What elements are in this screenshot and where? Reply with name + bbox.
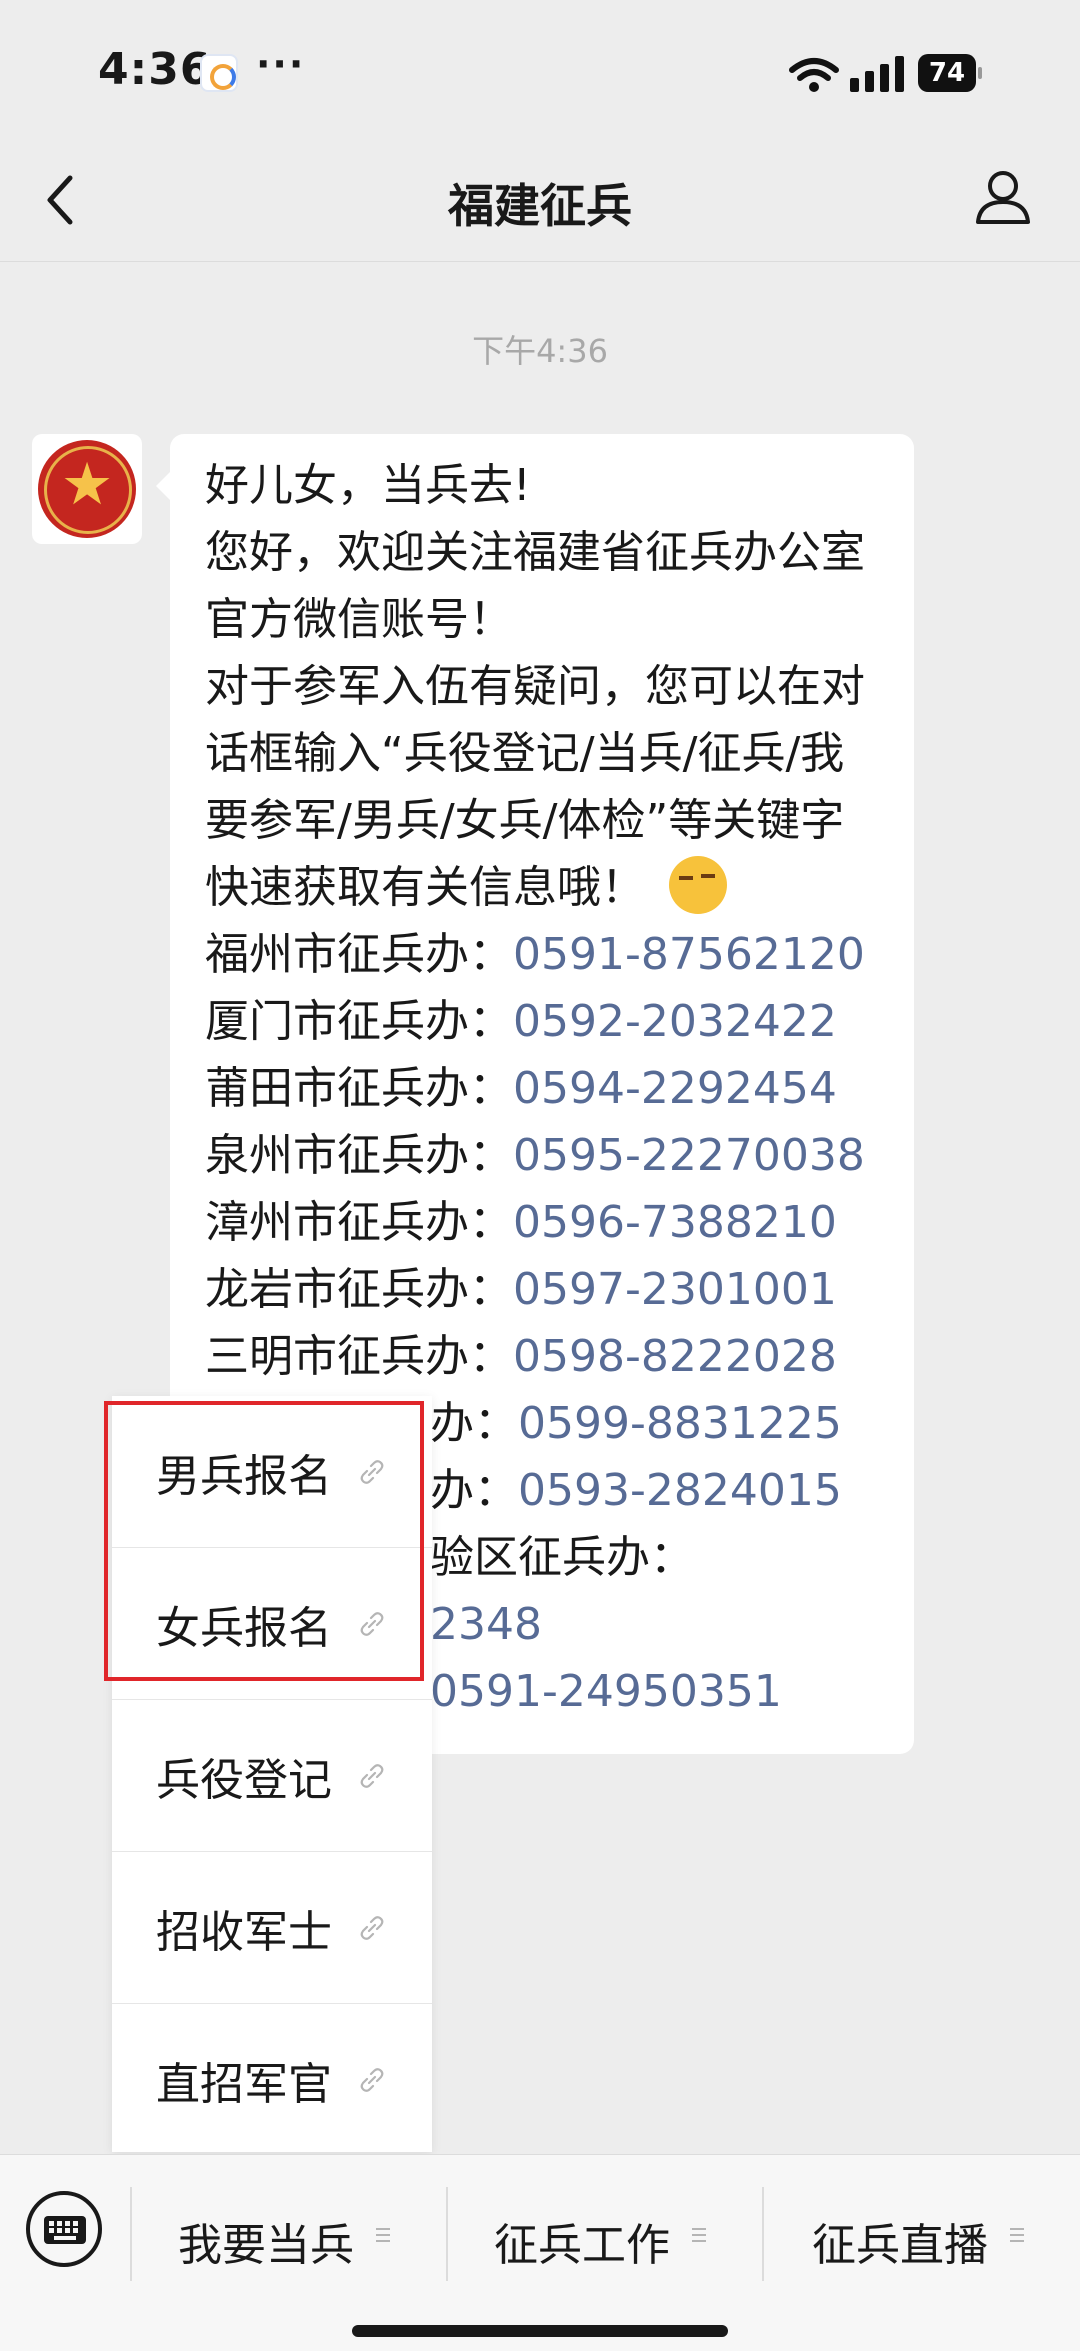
phone-link[interactable]: 0592-2032422 [513, 996, 837, 1047]
phone-link[interactable]: 0591-24950351 [430, 1658, 782, 1725]
status-more-indicator: ··· [256, 42, 306, 86]
army-emblem-logo: ★ [38, 440, 136, 538]
message-timestamp: 下午4:36 [472, 332, 608, 370]
menu-item-officer-recruit[interactable]: 直招军官 [112, 2004, 432, 2156]
bottom-menu-bar: 我要当兵 征兵工作 征兵直播 [0, 2154, 1080, 2351]
battery-icon: 74 [918, 54, 982, 92]
message-line: 对于参军入伍有疑问，您可以在对 [205, 661, 865, 712]
office-row: 办：0599-8831225 [430, 1390, 842, 1457]
office-label: 泉州市征兵办： [205, 1130, 513, 1181]
person-icon[interactable] [972, 166, 1034, 228]
message-line: 好儿女，当兵去! [205, 460, 531, 511]
office-label: 福州市征兵办： [205, 929, 513, 980]
message-line: 要参军/男兵/女兵/体检”等关键字 [205, 795, 845, 846]
phone-link[interactable]: 0591-87562120 [513, 929, 865, 980]
phone-link[interactable]: 0597-2301001 [513, 1264, 837, 1315]
message-line: 您好，欢迎关注福建省征兵办公室 [205, 527, 865, 578]
office-label: 漳州市征兵办： [205, 1197, 513, 1248]
wifi-icon [789, 58, 839, 92]
office-label: 办： [430, 1398, 518, 1449]
link-icon [360, 2068, 384, 2092]
office-row: 办：0593-2824015 [430, 1457, 842, 1524]
office-row: 三明市征兵办：0598-8222028 [205, 1323, 837, 1390]
menu-lines-icon [1010, 2228, 1024, 2242]
link-icon [360, 1916, 384, 1940]
office-row: 龙岩市征兵办：0597-2301001 [205, 1256, 837, 1323]
office-label: 办： [430, 1465, 518, 1516]
divider [762, 2187, 764, 2281]
bottom-menu-recruit-work[interactable]: 征兵工作 [494, 2189, 724, 2279]
phone-link[interactable]: 2348 [430, 1591, 542, 1658]
phone-link[interactable]: 0593-2824015 [518, 1465, 842, 1516]
message-line: 快速获取有关信息哦！ [205, 854, 727, 921]
menu-item-service-registration[interactable]: 兵役登记 [112, 1700, 432, 1852]
menu-item-label: 兵役登记 [156, 1755, 332, 1806]
menu-lines-icon [692, 2228, 706, 2242]
office-label: 三明市征兵办： [205, 1331, 513, 1382]
keyboard-icon [44, 2216, 86, 2244]
link-icon [360, 1764, 384, 1788]
office-label: 龙岩市征兵办： [205, 1264, 513, 1315]
office-label: 莆田市征兵办： [205, 1063, 513, 1114]
bottom-menu-recruit-live[interactable]: 征兵直播 [812, 2189, 1042, 2279]
cellular-signal-icon [850, 56, 904, 92]
message-line: 验区征兵办： [430, 1532, 694, 1583]
avatar[interactable]: ★ [32, 434, 142, 544]
highlight-annotation-box [104, 1401, 424, 1681]
page-title: 福建征兵 [448, 179, 632, 233]
nav-bar: 福建征兵 [0, 140, 1080, 262]
divider [446, 2187, 448, 2281]
app-notification-icon [200, 54, 238, 92]
message-text: 快速获取有关信息哦！ [205, 862, 645, 913]
bottom-menu-label: 征兵直播 [812, 2220, 988, 2271]
menu-item-label: 直招军官 [156, 2059, 332, 2110]
office-row: 莆田市征兵办：0594-2292454 [205, 1055, 837, 1122]
status-bar: 4:36 ··· 74 [0, 0, 1080, 140]
message-line: 话框输入“兵役登记/当兵/征兵/我 [205, 728, 845, 779]
home-indicator[interactable] [352, 2325, 728, 2337]
office-row: 厦门市征兵办：0592-2032422 [205, 988, 837, 1055]
keyboard-toggle-button[interactable] [26, 2191, 102, 2267]
bottom-menu-join-army[interactable]: 我要当兵 [178, 2189, 408, 2279]
bottom-menu-label: 我要当兵 [178, 2220, 354, 2271]
phone-link[interactable]: 0599-8831225 [518, 1398, 842, 1449]
menu-item-label: 招收军士 [156, 1907, 332, 1958]
phone-link[interactable]: 0596-7388210 [513, 1197, 837, 1248]
office-row: 泉州市征兵办：0595-22270038 [205, 1122, 865, 1189]
menu-lines-icon [376, 2228, 390, 2242]
office-row: 漳州市征兵办：0596-7388210 [205, 1189, 837, 1256]
status-time: 4:36 [98, 44, 212, 95]
menu-item-nco-recruit[interactable]: 招收军士 [112, 1852, 432, 2004]
office-row: 福州市征兵办：0591-87562120 [205, 921, 865, 988]
smirk-emoji-icon [669, 856, 727, 914]
bottom-menu-label: 征兵工作 [494, 2220, 670, 2271]
office-label: 厦门市征兵办： [205, 996, 513, 1047]
divider [130, 2187, 132, 2281]
phone-link[interactable]: 0598-8222028 [513, 1331, 837, 1382]
phone-link[interactable]: 0595-22270038 [513, 1130, 865, 1181]
message-line: 官方微信账号！ [205, 594, 513, 645]
star-icon: ★ [63, 454, 111, 515]
phone-link[interactable]: 0594-2292454 [513, 1063, 837, 1114]
